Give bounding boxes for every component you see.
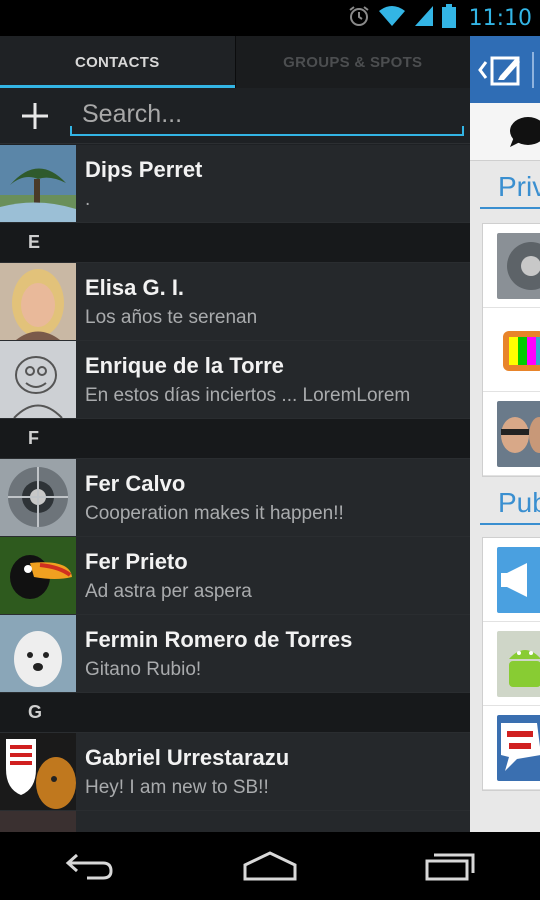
public-item[interactable]: [483, 622, 540, 706]
chat-tab[interactable]: [470, 103, 540, 161]
contact-row-fer-calvo[interactable]: Fer Calvo Cooperation makes it happen!!: [0, 459, 470, 537]
contact-status: Gitano Rubio!: [85, 658, 202, 680]
contact-row-gabriel[interactable]: Gabriel Urrestarazu Hey! I am new to SB!…: [0, 733, 470, 811]
contact-name: Gabriel Urrestarazu: [85, 744, 290, 770]
thumbnail: [497, 316, 540, 383]
chat-bubble-icon: [510, 117, 540, 147]
contact-row-fermin[interactable]: Fermin Romero de Torres Gitano Rubio!: [0, 615, 470, 693]
clock: 11:10: [468, 5, 532, 31]
wifi-icon: [378, 4, 406, 33]
contact-row-dips-perret[interactable]: Dips Perret .: [0, 145, 470, 223]
add-contact-button[interactable]: [0, 88, 70, 144]
contact-name: Elisa G. I.: [85, 274, 185, 300]
thumbnail: [497, 630, 540, 697]
contact-list: Dips Perret . E Elisa G. I. Los años te …: [0, 145, 470, 832]
avatar: [0, 263, 76, 340]
back-icon: [65, 853, 113, 880]
home-icon: [243, 851, 297, 881]
contact-name: Enrique de la Torre: [85, 352, 284, 378]
plus-icon: [22, 102, 48, 129]
thumbnail: [497, 546, 540, 613]
thumbnail: [497, 714, 540, 781]
action-bar: [470, 36, 540, 103]
section-header-f: F: [0, 419, 470, 459]
recent-apps-button[interactable]: [405, 841, 495, 891]
contact-row-fer-prieto[interactable]: Fer Prieto Ad astra per aspera: [0, 537, 470, 615]
avatar: [0, 341, 76, 418]
search-field: [70, 96, 464, 136]
status-bar: 11:10: [0, 0, 540, 36]
alarm-icon: [347, 4, 371, 33]
avatar: [0, 733, 76, 810]
private-item[interactable]: [483, 224, 540, 308]
public-item[interactable]: [483, 706, 540, 790]
search-input[interactable]: [70, 100, 464, 129]
thumbnail: [497, 400, 540, 467]
section-header-e: E: [0, 223, 470, 263]
avatar: [0, 615, 76, 692]
section-header-g: G: [0, 693, 470, 733]
avatar: [0, 537, 76, 614]
back-button[interactable]: [45, 841, 135, 891]
home-button[interactable]: [225, 841, 315, 891]
tab-bar: CONTACTS GROUPS & SPOTS: [0, 36, 470, 88]
recent-apps-icon: [425, 853, 475, 881]
signal-icon: [413, 4, 435, 33]
contact-status: Hey! I am new to SB!!: [85, 776, 269, 798]
private-item[interactable]: [483, 308, 540, 392]
contact-status: .: [85, 188, 91, 210]
private-item[interactable]: [483, 392, 540, 476]
public-list: [482, 537, 540, 791]
contacts-drawer: CONTACTS GROUPS & SPOTS Dips Perret . E: [0, 36, 470, 832]
compose-icon[interactable]: [476, 48, 536, 92]
tab-groups-spots[interactable]: GROUPS & SPOTS: [235, 36, 470, 88]
battery-icon: [441, 3, 456, 33]
private-section-header: Priva: [480, 161, 540, 209]
contact-name: Fermin Romero de Torres: [85, 626, 353, 652]
private-list: [482, 223, 540, 477]
contact-row-enrique[interactable]: Enrique de la Torre En estos días incier…: [0, 341, 470, 419]
contact-status: En estos días inciertos ... LoremLorem: [85, 384, 411, 406]
avatar: [0, 145, 76, 222]
thumbnail: [497, 232, 540, 299]
tab-contacts[interactable]: CONTACTS: [0, 36, 236, 88]
contact-name: Fer Calvo: [85, 470, 186, 496]
contact-status: Cooperation makes it happen!!: [85, 502, 344, 524]
contact-status: Ad astra per aspera: [85, 580, 252, 602]
avatar: [0, 811, 76, 832]
contact-name: Fer Prieto: [85, 548, 188, 574]
contact-name: Dips Perret: [85, 156, 203, 182]
search-row: [0, 88, 470, 144]
avatar: [0, 459, 76, 536]
public-item[interactable]: [483, 538, 540, 622]
contact-status: Los años te serenan: [85, 306, 258, 328]
main-content-panel[interactable]: Priva Publ: [470, 36, 540, 832]
contact-row-elisa[interactable]: Elisa G. I. Los años te serenan: [0, 263, 470, 341]
public-section-header: Publ: [480, 477, 540, 525]
contact-row-partial[interactable]: [0, 811, 470, 832]
navigation-bar: [0, 832, 540, 900]
